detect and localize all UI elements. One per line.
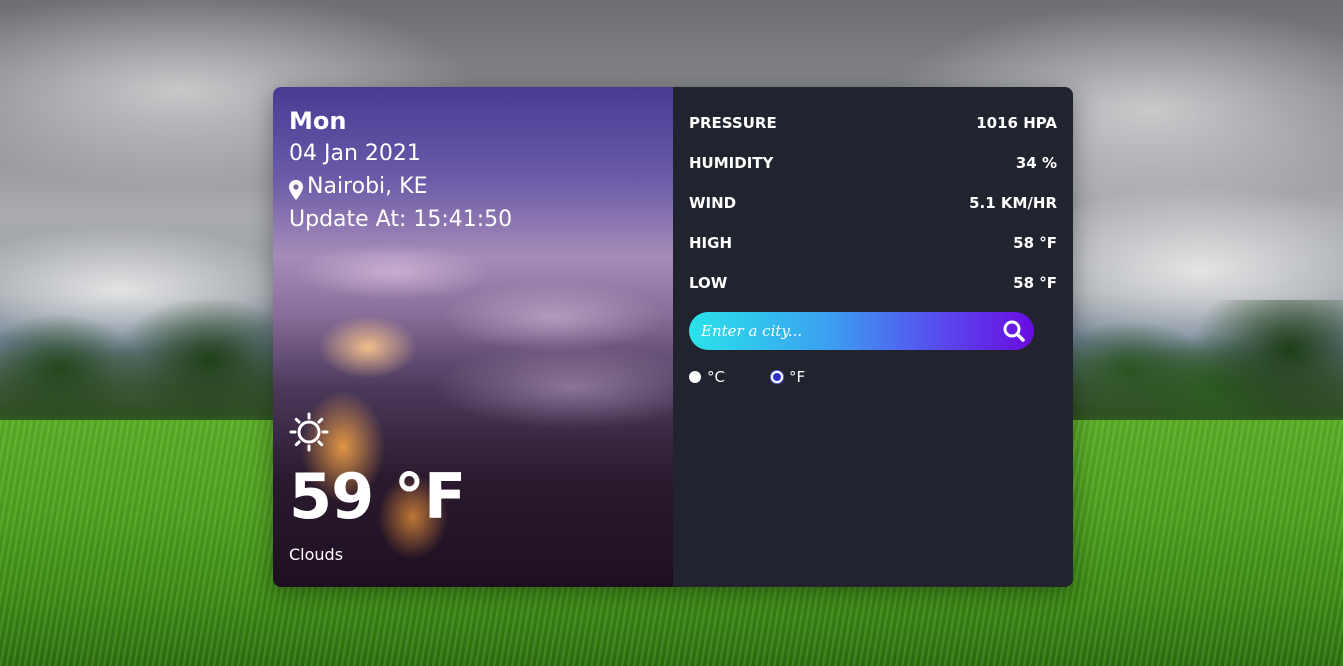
details-panel: PRESSURE 1016 HPA HUMIDITY 34 % WIND 5.1… (673, 87, 1073, 587)
stat-value: 1016 HPA (976, 114, 1057, 132)
weather-card: Mon 04 Jan 2021 Nairobi, KE Update At: 1… (273, 87, 1073, 587)
location-name: Nairobi, KE (307, 174, 428, 199)
celsius-radio[interactable] (689, 371, 701, 383)
stat-value: 5.1 KM/HR (969, 194, 1057, 212)
stat-row-high: HIGH 58 °F (689, 223, 1057, 263)
search-icon[interactable] (1002, 319, 1026, 343)
temperature-block: 59 °F Clouds (289, 412, 466, 566)
stat-row-wind: WIND 5.1 KM/HR (689, 183, 1057, 223)
current-temperature: 59 °F (289, 460, 466, 533)
weekday: Mon (289, 107, 347, 135)
city-search-bar (689, 312, 1034, 350)
unit-option-celsius[interactable]: °C (689, 368, 725, 386)
current-weather-panel: Mon 04 Jan 2021 Nairobi, KE Update At: 1… (273, 87, 673, 587)
map-pin-icon (289, 177, 303, 200)
fahrenheit-label: °F (788, 368, 806, 386)
celsius-label: °C (707, 368, 725, 386)
unit-selector: °C °F (689, 368, 1057, 386)
fahrenheit-radio[interactable] (770, 371, 783, 383)
city-search-input[interactable] (689, 322, 1003, 340)
date: 04 Jan 2021 (289, 141, 421, 166)
location: Nairobi, KE (289, 170, 512, 203)
stat-label: PRESSURE (689, 114, 777, 132)
stat-value: 58 °F (1013, 274, 1057, 292)
weather-stats: PRESSURE 1016 HPA HUMIDITY 34 % WIND 5.1… (689, 103, 1057, 303)
sun-icon (289, 412, 329, 452)
stat-row-pressure: PRESSURE 1016 HPA (689, 103, 1057, 143)
stat-label: HUMIDITY (689, 154, 774, 172)
stat-label: HIGH (689, 234, 733, 252)
stat-label: LOW (689, 274, 728, 292)
date-location-block: Mon 04 Jan 2021 Nairobi, KE Update At: 1… (289, 105, 512, 236)
stat-value: 34 % (1015, 154, 1057, 172)
stat-value: 58 °F (1013, 234, 1057, 252)
unit-option-fahrenheit[interactable]: °F (770, 368, 806, 386)
stat-row-low: LOW 58 °F (689, 263, 1057, 303)
stat-label: WIND (689, 194, 737, 212)
updated-time: Update At: 15:41:50 (289, 207, 513, 232)
stat-row-humidity: HUMIDITY 34 % (689, 143, 1057, 183)
weather-description: Clouds (289, 545, 344, 564)
